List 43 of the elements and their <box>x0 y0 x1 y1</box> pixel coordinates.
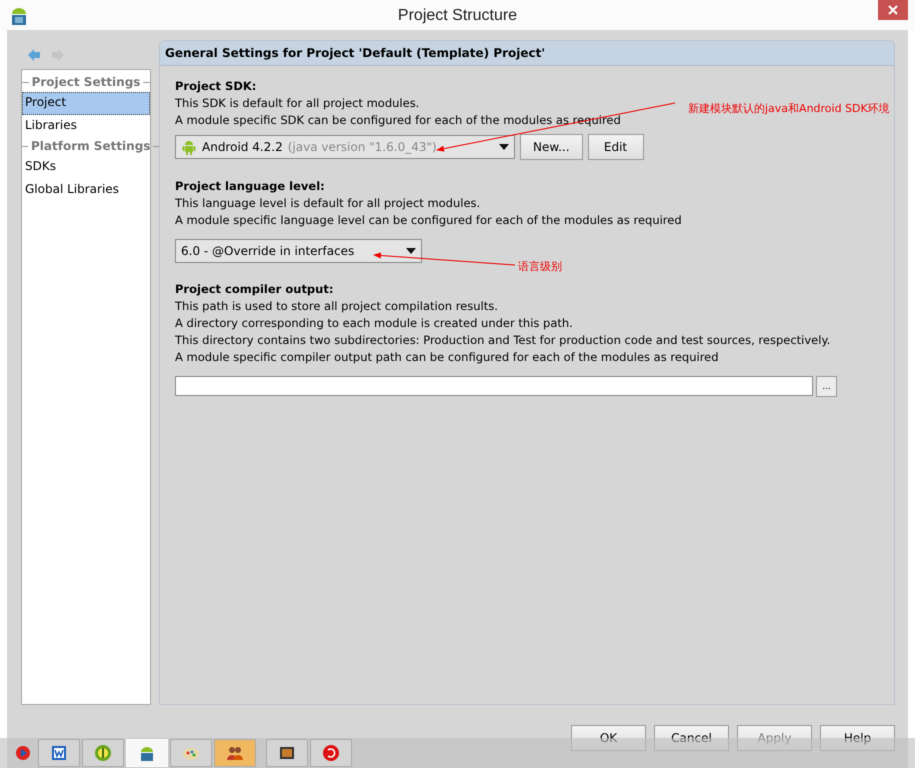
description-text: A directory corresponding to each module is created under this path. <box>175 315 573 332</box>
people-icon <box>226 744 244 762</box>
annotation-text: 语言级别 <box>518 259 562 274</box>
description-text: This directory contains two subdirectories: Production and Test for production code and test sources, respectively. <box>175 332 830 349</box>
android-icon <box>10 6 28 26</box>
document-icon <box>50 744 68 762</box>
sidebar-item[interactable]: Libraries <box>22 115 150 138</box>
caret-icon <box>406 248 416 254</box>
window-title: Project Structure <box>398 6 518 24</box>
android-icon <box>181 139 197 155</box>
path-field[interactable] <box>175 376 813 396</box>
description-text: This language level is default for all project modules. <box>175 195 480 212</box>
description-text: This path is used to store all project compilation results. <box>175 298 498 315</box>
terminal-icon <box>278 744 296 762</box>
button[interactable]: Edit <box>588 134 644 160</box>
panel-header: General Settings for Project 'Default (Template) Project' <box>160 41 894 66</box>
language-level-dropdown[interactable]: 6.0 - @Override in interfaces <box>175 239 422 263</box>
description-text: This SDK is default for all project modules. <box>175 95 420 112</box>
description-text: A module specific language level can be configured for each of the modules as required <box>175 212 682 229</box>
section-heading: Project language level: <box>175 178 325 195</box>
section-heading: Project compiler output: <box>175 281 334 298</box>
annotation-text: 新建模块默认的java和Android SDK环境 <box>688 101 890 116</box>
button[interactable]: New... <box>520 134 583 160</box>
close-button[interactable] <box>878 0 908 20</box>
sdk-dropdown[interactable]: Android 4.2.2 (java version "1.6.0_43") <box>175 135 515 159</box>
taskbar-button[interactable] <box>38 739 80 767</box>
sidebar-item[interactable]: Global Libraries <box>22 179 150 202</box>
taskbar-button[interactable] <box>214 739 256 767</box>
android-icon <box>138 744 156 762</box>
circle-icon <box>94 744 112 762</box>
browse-button[interactable]: ... <box>816 376 837 397</box>
close-icon <box>888 5 898 15</box>
description-text: A module specific compiler output path can be configured for each of the modules as required <box>175 349 719 366</box>
swirl-icon <box>322 744 340 762</box>
group-header: Project Settings <box>32 75 140 89</box>
sidebar-item[interactable]: Project <box>22 92 150 115</box>
sidebar-item[interactable]: SDKs <box>22 156 150 179</box>
play-icon <box>14 744 32 762</box>
group-header: Platform Settings <box>31 139 150 153</box>
caret-icon <box>499 144 509 150</box>
taskbar-button[interactable] <box>266 739 308 767</box>
button[interactable]: OK <box>571 725 646 751</box>
section-heading: Project SDK: <box>175 78 256 95</box>
